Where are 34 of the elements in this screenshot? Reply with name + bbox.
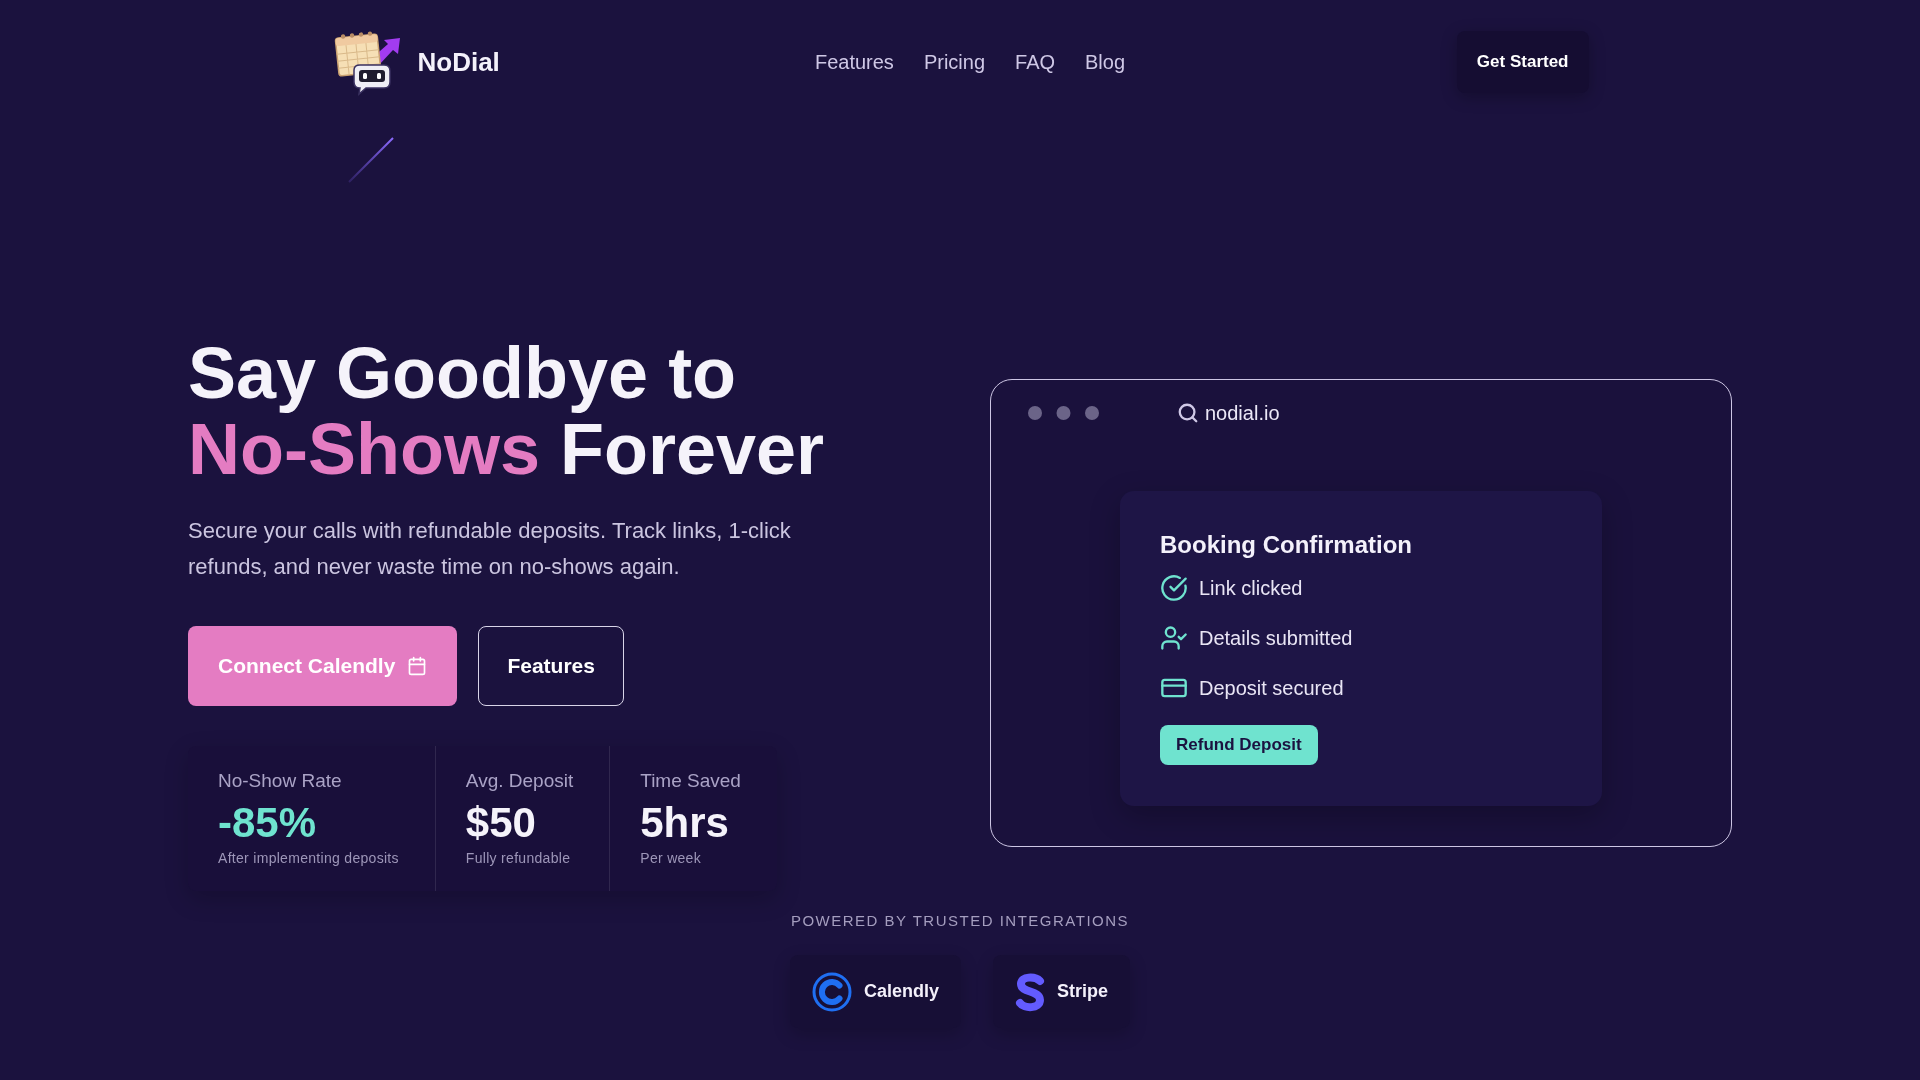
step-label: Details submitted xyxy=(1199,626,1353,650)
card-title: Booking Confirmation xyxy=(1160,531,1412,559)
nav-link[interactable]: FAQ xyxy=(1015,50,1056,74)
step-label: Link clicked xyxy=(1199,576,1303,600)
url-text: nodial.io xyxy=(1205,401,1280,425)
step-label: Deposit secured xyxy=(1199,676,1344,700)
integration-name: Calendly xyxy=(863,981,939,1002)
nav-link[interactable]: Pricing xyxy=(923,50,985,74)
stat-label: No-Show Rate xyxy=(218,770,343,792)
check-circle-icon xyxy=(1160,574,1188,602)
stat-label: Time Saved xyxy=(640,770,741,792)
stat-note: After implementing deposits xyxy=(218,849,399,867)
stat-value: 5hrs xyxy=(640,801,730,845)
user-check-icon xyxy=(1160,624,1188,652)
stat-value: -85% xyxy=(218,801,318,845)
window-dots-icon xyxy=(1028,406,1099,420)
calendar-icon xyxy=(407,656,428,676)
s-shape-logo-icon xyxy=(1015,971,1045,1012)
stat-note: Fully refundable xyxy=(465,849,572,867)
hero-subtitle: Secure your calls with refundable deposits. Track links, 1-click refunds, and never waste time on no-shows again. xyxy=(188,517,792,581)
nav-link[interactable]: Features xyxy=(814,50,894,74)
integrations-heading: POWERED BY TRUSTED INTEGRATIONS xyxy=(790,911,1130,931)
refund-deposit-button[interactable]: Refund Deposit xyxy=(1160,725,1318,765)
nav-link[interactable]: Blog xyxy=(1085,50,1126,74)
stat-label: Avg. Deposit xyxy=(465,770,574,792)
integration-name: Stripe xyxy=(1057,981,1108,1002)
search-icon xyxy=(1177,402,1199,424)
c-ring-logo-icon xyxy=(811,971,852,1012)
stat-note: Per week xyxy=(640,849,702,867)
get-started-button[interactable]: Get Started xyxy=(1456,31,1589,93)
stat-value: $50 xyxy=(465,801,537,845)
hero-heading: Say Goodbye to No-Shows Forever xyxy=(188,335,825,487)
brand-name: NoDial xyxy=(417,46,500,78)
features-button[interactable]: Features xyxy=(478,626,624,706)
